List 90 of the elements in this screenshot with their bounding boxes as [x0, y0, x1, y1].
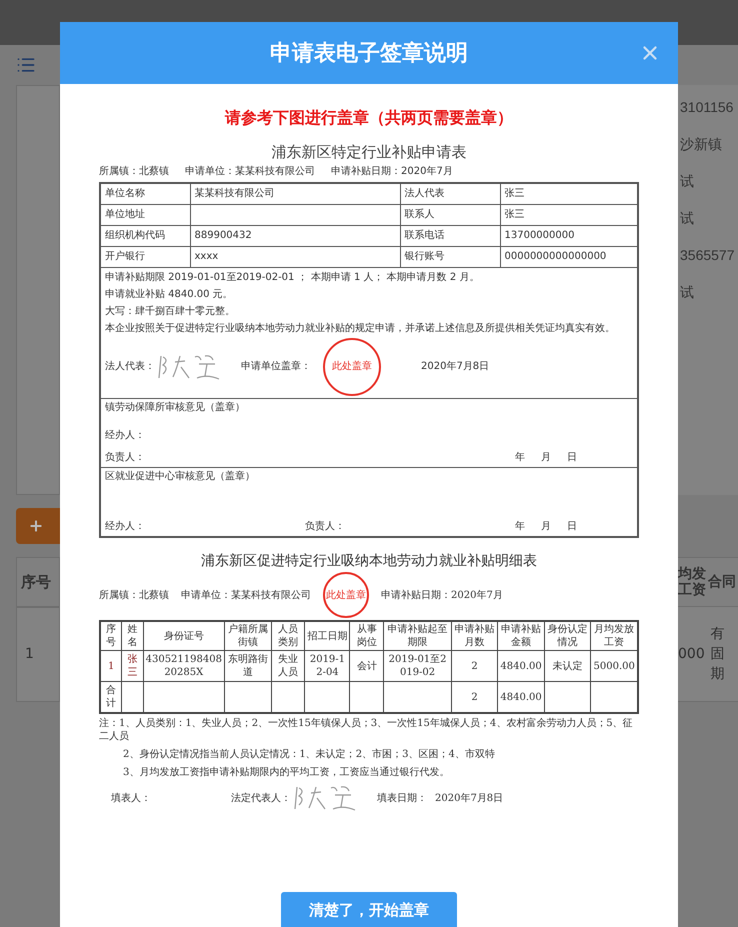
table-header-cell: 从事岗位	[350, 621, 384, 650]
form-meta-text: 所属镇：北蔡镇	[99, 165, 169, 179]
date-part-text: 月	[541, 451, 551, 465]
table-header-cell: 序号	[16, 557, 60, 607]
confirm-button[interactable]: 清楚了，开始盖章	[281, 892, 457, 927]
table-header-cell: 申请补贴月数	[451, 621, 498, 650]
form-meta-text: 所属镇：北蔡镇	[99, 588, 169, 602]
form-detail-text: 申请补贴期限 2019-01-01至2019-02-01 ； 本期申请 1 人； 本期申请月数 2 月。	[105, 271, 480, 285]
plus-icon	[28, 518, 44, 534]
table-cell-text: 试	[679, 209, 695, 228]
form-meta-text: 申请单位：某某科技有限公司	[185, 165, 315, 179]
table-header-cell: 招工日期	[304, 621, 350, 650]
form-detail-text: 大写：肆千捌百肆十零元整。	[105, 305, 236, 319]
date-part-text: 日	[567, 451, 577, 465]
table-cell: 单位地址	[100, 204, 190, 226]
form-detail-text: 申请就业补贴 4840.00 元。	[105, 288, 234, 302]
table-header-cell: 姓名	[122, 621, 144, 650]
table-cell: 43052119840820285X	[143, 650, 224, 682]
section-title: 区就业促进中心审核意见（盖章）	[105, 470, 256, 484]
table-cell: 1	[16, 607, 60, 702]
table-cell: 组织机构代码	[100, 226, 190, 246]
table-cell: 889900432	[190, 226, 400, 246]
field-label: 负责人：	[105, 451, 145, 465]
table-cell: 联系人	[400, 204, 500, 226]
form-title: 浦东新区特定行业补贴申请表	[272, 142, 466, 162]
table-cell: 1	[100, 650, 122, 682]
form-meta-text: 申请补贴日期：2020年7月	[381, 588, 503, 602]
table-header-cell: 申请补贴起至期限	[384, 621, 452, 650]
table-cell: 2019-01至2019-02	[384, 650, 452, 682]
form-meta-text: 申请补贴日期：2020年7月	[331, 165, 453, 179]
field-label: 填表人：	[111, 792, 152, 804]
table-header-cell: 月均发放工资	[590, 621, 638, 650]
table-cell-text: 期	[710, 665, 726, 684]
stamp-text: 此处盖章	[326, 588, 366, 602]
table-cell: 未认定	[544, 650, 591, 682]
table-header-cell: 户籍所属街镇	[224, 621, 272, 650]
table-header-cell: 工资	[678, 582, 706, 598]
section-title: 镇劳动保障所审核意见（盖章）	[105, 401, 246, 415]
table-cell-text: 000	[678, 645, 705, 664]
table-header-cell: 人员类别	[271, 621, 305, 650]
table-cell: 法人代表	[400, 183, 500, 204]
date-part-text: 月	[541, 520, 551, 534]
date-part-text: 年	[515, 520, 525, 534]
field-label: 经办人：	[105, 520, 146, 534]
field-label: 负责人：	[305, 520, 346, 534]
table-cell: 银行账号	[400, 246, 500, 268]
form-meta-text: 申请单位：某某科技有限公司	[181, 588, 311, 602]
table-cell: 失业人员	[271, 650, 305, 682]
table-cell: 东明路街道	[224, 650, 272, 682]
table-cell-text: 3565577	[679, 246, 736, 265]
table-cell-text: 有固	[710, 625, 726, 664]
add-button[interactable]	[16, 508, 60, 544]
field-label: 申请单位盖章：	[241, 360, 311, 374]
table-header-cell: 申请补贴金额	[498, 621, 544, 650]
table-cell: 张三	[122, 650, 144, 682]
table-header-cell: 身份认定情况	[544, 621, 591, 650]
table-header-cell: 身份证号	[143, 621, 224, 650]
table-cell: 会计	[350, 650, 384, 682]
table-header-cell: 序号	[100, 621, 122, 650]
table-cell: 开户银行	[100, 246, 190, 268]
table-cell: 4840.00	[498, 650, 544, 682]
table-cell: 2019-12-04	[304, 650, 350, 682]
form-title: 浦东新区促进特定行业吸纳本地劳动力就业补贴明细表	[201, 552, 537, 570]
table-header-cell: 合同	[708, 574, 736, 590]
table-cell-text: 试	[679, 172, 695, 191]
table-cell: 2	[451, 650, 498, 682]
field-label: 填表日期：	[377, 792, 427, 804]
note-text: 2、身份认定情况指当前人员认定情况：1、未认定；2、市困；3、区困；4、市双特	[122, 748, 496, 761]
field-label: 法人代表：	[105, 360, 155, 374]
date-text: 2020年7月8日	[435, 792, 504, 804]
instruction-text: 请参考下图进行盖章（共两页需要盖章）	[225, 107, 513, 129]
table-cell: 某某科技有限公司	[190, 183, 400, 204]
table-cell-text: 3101156	[679, 98, 734, 117]
note-text: 注：1、人员类别：1、失业人员；2、一次性15年镇保人员；3、一次性15年城保人员；4、农村富余劳动力人员；5、征二人员	[99, 717, 634, 743]
table-cell: 单位名称	[100, 183, 190, 204]
stamp-text: 此处盖章	[332, 360, 372, 374]
dialog-title: 申请表电子签章说明	[270, 40, 468, 68]
field-label: 经办人：	[105, 429, 146, 443]
table-cell: xxxx	[190, 246, 400, 268]
table-cell-text: 沙新镇	[679, 135, 723, 154]
date-part-text: 年	[515, 451, 525, 465]
table-cell-text: 试	[679, 283, 695, 302]
table-cell: 联系电话	[400, 226, 500, 246]
date-text: 2020年7月8日	[421, 360, 490, 374]
note-text: 3、月均发放工资指申请补贴期限内的平均工资，工资应当通过银行代发。	[122, 766, 450, 779]
table-header-cell: 均发	[678, 566, 706, 582]
field-label: 法定代表人：	[231, 792, 291, 804]
table-cell: 4840.00	[498, 682, 544, 713]
date-part-text: 日	[567, 520, 577, 534]
form-detail-text: 本企业按照关于促进特定行业吸纳本地劳动力就业补贴的规定申请，并承诺上述信息及所提供相关凭证均真实有效。	[105, 322, 616, 336]
